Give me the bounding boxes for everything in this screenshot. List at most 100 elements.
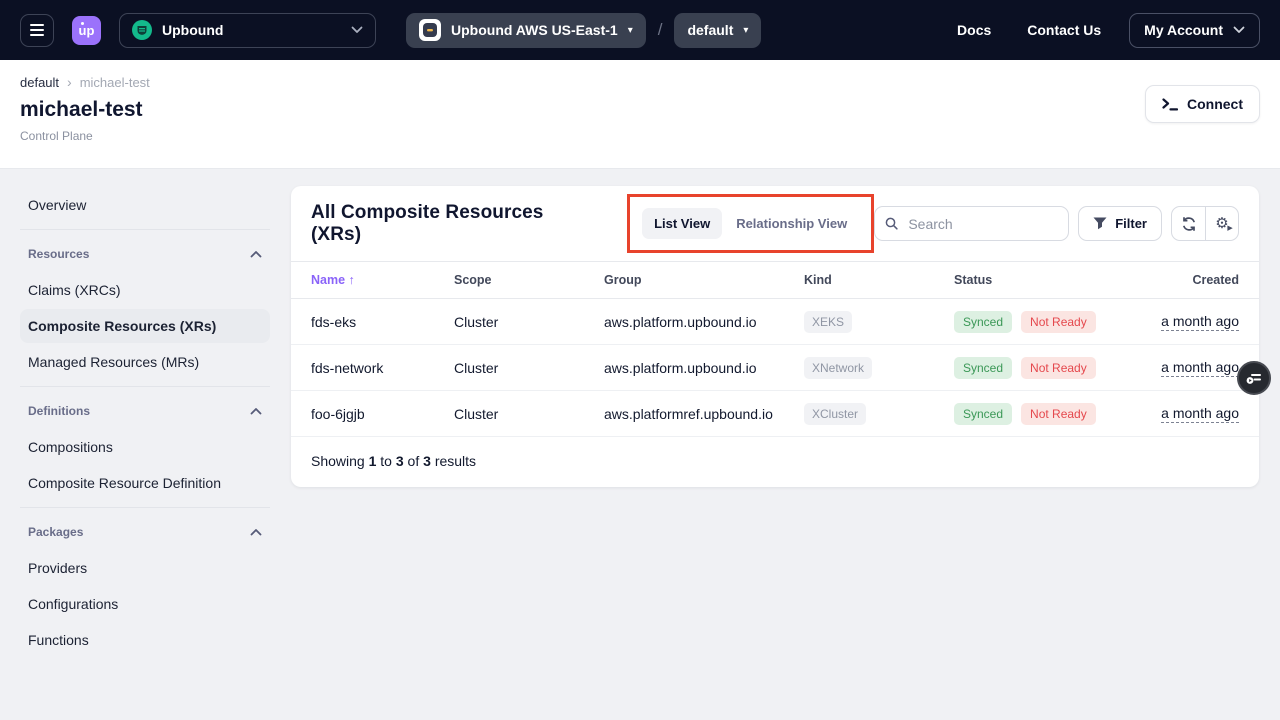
control-plane-icon: [419, 19, 441, 41]
table-row[interactable]: fds-eks Cluster aws.platform.upbound.io …: [291, 299, 1259, 345]
filter-button[interactable]: Filter: [1078, 206, 1162, 241]
cell-scope: Cluster: [454, 360, 604, 376]
refresh-settings-group: ⚙ ▶: [1171, 206, 1239, 241]
divider: [20, 229, 270, 230]
cell-status: Synced Not Ready: [954, 311, 1159, 333]
cell-status: Synced Not Ready: [954, 357, 1159, 379]
refresh-icon: [1181, 216, 1197, 232]
table-toolbar: Filter ⚙ ▶: [874, 206, 1239, 241]
sidebar-item-claims[interactable]: Claims (XRCs): [20, 273, 270, 307]
cell-created[interactable]: a month ago: [1161, 359, 1239, 377]
upbound-logo[interactable]: up: [72, 16, 101, 45]
top-navbar: up Upbound Upbound AWS US-East-1 ▾ / def…: [0, 0, 1280, 60]
status-badge-synced: Synced: [954, 311, 1012, 333]
path-separator: /: [658, 20, 663, 40]
status-badge-not-ready: Not Ready: [1021, 357, 1096, 379]
results-from: 1: [369, 453, 377, 469]
feedback-notes-icon: [1245, 369, 1263, 387]
cell-name[interactable]: fds-eks: [311, 314, 454, 330]
my-account-button[interactable]: My Account: [1129, 13, 1260, 48]
search-icon: [885, 216, 898, 231]
search-box[interactable]: [874, 206, 1069, 241]
kind-badge: XCluster: [804, 403, 866, 425]
cell-created[interactable]: a month ago: [1161, 405, 1239, 423]
column-header-name[interactable]: Name ↑: [311, 273, 454, 287]
auto-refresh-settings-button[interactable]: ⚙ ▶: [1205, 207, 1238, 240]
breadcrumb-default[interactable]: default: [20, 75, 59, 90]
page-header: default › michael-test michael-test Cont…: [0, 60, 1280, 169]
cell-group: aws.platform.upbound.io: [604, 360, 804, 376]
column-header-group[interactable]: Group: [604, 273, 804, 287]
chevron-up-icon: [250, 407, 262, 415]
cell-name[interactable]: foo-6jgjb: [311, 406, 454, 422]
org-avatar-icon: [132, 20, 152, 40]
sidebar-item-functions[interactable]: Functions: [20, 623, 270, 657]
sidebar-section-definitions[interactable]: Definitions: [20, 394, 270, 428]
caret-down-icon: ▾: [628, 25, 633, 36]
control-plane-selector[interactable]: Upbound AWS US-East-1 ▾: [406, 13, 646, 48]
control-plane-selector-label: Upbound AWS US-East-1: [451, 22, 618, 38]
results-total: 3: [423, 453, 431, 469]
refresh-button[interactable]: [1172, 207, 1205, 240]
column-header-status[interactable]: Status: [954, 273, 1159, 287]
sidebar-item-overview[interactable]: Overview: [20, 188, 270, 222]
divider: [20, 507, 270, 508]
card-title: All Composite Resources (XRs): [311, 202, 585, 246]
composite-resources-card: All Composite Resources (XRs) List View …: [291, 186, 1259, 487]
table-row[interactable]: fds-network Cluster aws.platform.upbound…: [291, 345, 1259, 391]
sidebar-section-resources[interactable]: Resources: [20, 237, 270, 271]
search-input[interactable]: [906, 215, 1058, 233]
card-header: All Composite Resources (XRs) List View …: [291, 186, 1259, 262]
tab-list-view[interactable]: List View: [642, 208, 722, 239]
chevron-up-icon: [250, 528, 262, 536]
filter-funnel-icon: [1093, 217, 1107, 230]
top-nav-links: Docs Contact Us: [957, 22, 1101, 38]
contact-us-link[interactable]: Contact Us: [1027, 22, 1101, 38]
page-title: michael-test: [20, 98, 150, 122]
column-header-scope[interactable]: Scope: [454, 273, 604, 287]
table-row[interactable]: foo-6jgjb Cluster aws.platformref.upboun…: [291, 391, 1259, 437]
organization-selector[interactable]: Upbound: [119, 13, 376, 48]
cell-status: Synced Not Ready: [954, 403, 1159, 425]
cell-scope: Cluster: [454, 314, 604, 330]
breadcrumb: default › michael-test: [20, 74, 150, 90]
status-badge-synced: Synced: [954, 357, 1012, 379]
table-header-row: Name ↑ Scope Group Kind Status Created: [291, 262, 1259, 299]
docs-link[interactable]: Docs: [957, 22, 991, 38]
feedback-widget-button[interactable]: [1237, 361, 1271, 395]
terminal-icon: [1162, 98, 1178, 111]
sidebar-section-packages[interactable]: Packages: [20, 515, 270, 549]
cell-name[interactable]: fds-network: [311, 360, 454, 376]
my-account-label: My Account: [1144, 22, 1223, 38]
sidebar-item-compositions[interactable]: Compositions: [20, 430, 270, 464]
gear-play-icon: ⚙ ▶: [1215, 216, 1228, 231]
hamburger-menu-button[interactable]: [20, 14, 54, 47]
cell-created[interactable]: a month ago: [1161, 313, 1239, 331]
column-header-created[interactable]: Created: [1159, 273, 1239, 287]
status-badge-not-ready: Not Ready: [1021, 403, 1096, 425]
sidebar: Overview Resources Claims (XRCs) Composi…: [20, 186, 270, 659]
sort-arrow-up-icon: ↑: [349, 273, 355, 287]
group-selector[interactable]: default ▾: [674, 13, 761, 48]
hamburger-icon: [30, 24, 44, 26]
sidebar-item-xrd[interactable]: Composite Resource Definition: [20, 466, 270, 500]
filter-button-label: Filter: [1115, 216, 1147, 231]
caret-down-icon: ▾: [743, 25, 748, 36]
status-badge-synced: Synced: [954, 403, 1012, 425]
connect-button[interactable]: Connect: [1145, 85, 1260, 123]
organization-selector-label: Upbound: [162, 22, 341, 38]
column-header-kind[interactable]: Kind: [804, 273, 954, 287]
cell-group: aws.platformref.upbound.io: [604, 406, 804, 422]
sidebar-item-configurations[interactable]: Configurations: [20, 587, 270, 621]
sidebar-item-providers[interactable]: Providers: [20, 551, 270, 585]
chevron-up-icon: [250, 250, 262, 258]
page-subtitle: Control Plane: [20, 129, 150, 143]
sidebar-item-composite-resources[interactable]: Composite Resources (XRs): [20, 309, 270, 343]
breadcrumb-current: michael-test: [80, 75, 150, 90]
sidebar-item-managed-resources[interactable]: Managed Resources (MRs): [20, 345, 270, 379]
cell-scope: Cluster: [454, 406, 604, 422]
results-to: 3: [396, 453, 404, 469]
status-badge-not-ready: Not Ready: [1021, 311, 1096, 333]
kind-badge: XEKS: [804, 311, 852, 333]
tab-relationship-view[interactable]: Relationship View: [724, 208, 859, 239]
